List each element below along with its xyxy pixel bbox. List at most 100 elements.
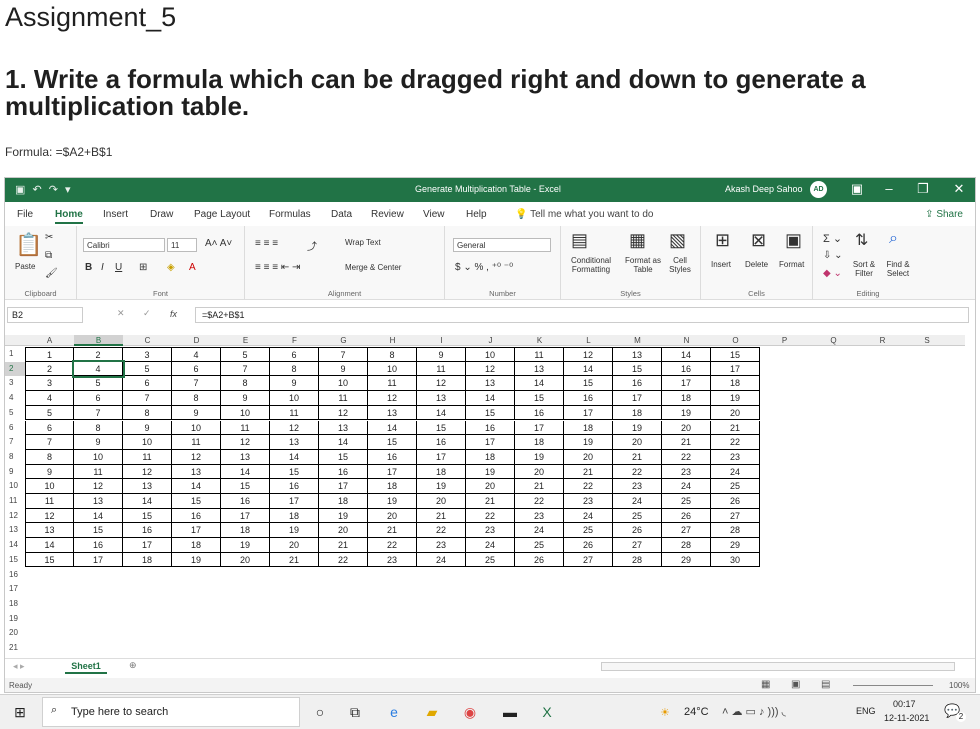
row-header[interactable]: 15 <box>5 553 25 568</box>
table-cell[interactable]: 26 <box>613 523 662 539</box>
table-cell[interactable]: 18 <box>123 552 172 568</box>
table-cell[interactable]: 16 <box>417 435 466 450</box>
sort-filter-button[interactable]: Sort & Filter <box>849 260 879 278</box>
table-cell[interactable]: 23 <box>613 479 662 494</box>
table-cell[interactable]: 20 <box>221 552 270 568</box>
table-cell[interactable]: 18 <box>515 435 564 450</box>
table-cell[interactable]: 16 <box>74 538 123 553</box>
tab-review[interactable]: Review <box>371 209 404 220</box>
table-cell[interactable]: 15 <box>270 464 319 480</box>
table-cell[interactable]: 22 <box>466 508 515 524</box>
table-cell[interactable]: 16 <box>515 405 564 421</box>
table-cell[interactable]: 17 <box>613 391 662 406</box>
table-cell[interactable]: 22 <box>368 538 417 553</box>
table-cell[interactable]: 18 <box>368 479 417 494</box>
name-box[interactable]: B2 <box>7 307 83 323</box>
row-header[interactable]: 8 <box>5 450 25 465</box>
table-cell[interactable]: 20 <box>368 508 417 524</box>
table-cell[interactable]: 25 <box>711 479 760 494</box>
table-cell[interactable]: 15 <box>613 361 662 377</box>
table-cell[interactable]: 14 <box>417 405 466 421</box>
table-cell[interactable]: 21 <box>466 494 515 509</box>
table-cell[interactable]: 23 <box>417 538 466 553</box>
table-cell[interactable]: 28 <box>711 523 760 539</box>
windows-start-icon[interactable]: ⊞ <box>10 702 30 722</box>
tab-help[interactable]: Help <box>466 209 487 220</box>
insert-button[interactable]: Insert <box>711 260 731 269</box>
table-cell[interactable]: 9 <box>417 347 466 362</box>
zoom-level[interactable]: 100% <box>949 681 969 690</box>
table-cell[interactable]: 18 <box>564 420 613 436</box>
column-header-r[interactable]: R <box>858 335 907 346</box>
table-cell[interactable]: 2 <box>74 347 123 362</box>
normal-view-icon[interactable]: ▦ <box>761 679 770 690</box>
close-icon[interactable]: ✕ <box>947 181 971 197</box>
underline-button[interactable]: U <box>115 262 122 273</box>
table-cell[interactable]: 16 <box>319 464 368 480</box>
row-header[interactable]: 9 <box>5 465 25 480</box>
table-cell[interactable]: 17 <box>711 361 760 377</box>
user-name[interactable]: Akash Deep Sahoo <box>725 184 803 194</box>
excel-taskbar-icon[interactable]: X <box>537 702 557 722</box>
table-cell[interactable]: 19 <box>270 523 319 539</box>
sheet-nav-icon[interactable]: ◂ ▸ <box>13 661 25 672</box>
table-cell[interactable]: 27 <box>662 523 711 539</box>
table-cell[interactable]: 22 <box>564 479 613 494</box>
table-cell[interactable]: 10 <box>221 405 270 421</box>
align-left-icon[interactable]: ≡ ≡ ≡ ⇤ ⇥ <box>255 262 300 273</box>
delete-button[interactable]: Delete <box>745 260 768 269</box>
column-header-i[interactable]: I <box>417 335 466 346</box>
table-cell[interactable]: 15 <box>172 494 221 509</box>
row-header[interactable]: 16 <box>5 568 25 583</box>
table-cell[interactable]: 7 <box>74 405 123 421</box>
table-cell[interactable]: 6 <box>74 391 123 406</box>
row-header[interactable]: 10 <box>5 479 25 494</box>
table-cell[interactable]: 14 <box>270 449 319 465</box>
table-cell[interactable]: 12 <box>417 376 466 392</box>
table-cell[interactable]: 17 <box>270 494 319 509</box>
weather-temp[interactable]: 24°C <box>684 706 709 718</box>
table-cell[interactable]: 18 <box>417 464 466 480</box>
table-cell[interactable]: 8 <box>172 391 221 406</box>
share-button[interactable]: ⇪ Share <box>925 209 963 220</box>
horizontal-scrollbar[interactable] <box>601 662 955 671</box>
table-cell[interactable]: 16 <box>564 391 613 406</box>
table-cell[interactable]: 13 <box>172 464 221 480</box>
cut-icon[interactable]: ✂ <box>45 232 53 243</box>
table-cell[interactable]: 5 <box>123 361 172 377</box>
table-cell[interactable]: 4 <box>25 391 74 406</box>
table-cell[interactable]: 26 <box>711 494 760 509</box>
find-select-button[interactable]: Find & Select <box>883 260 913 278</box>
table-cell[interactable]: 13 <box>74 494 123 509</box>
table-cell[interactable]: 7 <box>172 376 221 392</box>
table-cell[interactable]: 25 <box>515 538 564 553</box>
table-cell[interactable]: 7 <box>123 391 172 406</box>
page-break-icon[interactable]: ▤ <box>821 679 830 690</box>
table-cell[interactable]: 11 <box>270 405 319 421</box>
table-cell[interactable]: 24 <box>662 479 711 494</box>
table-cell[interactable]: 18 <box>319 494 368 509</box>
table-cell[interactable]: 21 <box>662 435 711 450</box>
table-cell[interactable]: 16 <box>662 361 711 377</box>
table-cell[interactable]: 17 <box>319 479 368 494</box>
row-header[interactable]: 12 <box>5 509 25 524</box>
terminal-icon[interactable]: ▬ <box>500 702 520 722</box>
tab-insert[interactable]: Insert <box>103 209 128 220</box>
zoom-slider[interactable] <box>853 685 933 686</box>
table-cell[interactable]: 13 <box>25 523 74 539</box>
table-cell[interactable]: 11 <box>515 347 564 362</box>
format-button[interactable]: Format <box>779 260 804 269</box>
table-cell[interactable]: 29 <box>711 538 760 553</box>
format-as-table-button[interactable]: Format as Table <box>621 256 665 274</box>
table-cell[interactable]: 3 <box>123 347 172 362</box>
table-cell[interactable]: 17 <box>515 420 564 436</box>
edge-icon[interactable]: e <box>384 702 404 722</box>
page-layout-icon[interactable]: ▣ <box>791 679 800 690</box>
tab-home[interactable]: Home <box>55 209 83 224</box>
table-cell[interactable]: 24 <box>417 552 466 568</box>
table-cell[interactable]: 19 <box>319 508 368 524</box>
table-cell[interactable]: 27 <box>711 508 760 524</box>
table-cell[interactable]: 17 <box>74 552 123 568</box>
table-cell[interactable]: 6 <box>270 347 319 362</box>
tab-formulas[interactable]: Formulas <box>269 209 311 220</box>
